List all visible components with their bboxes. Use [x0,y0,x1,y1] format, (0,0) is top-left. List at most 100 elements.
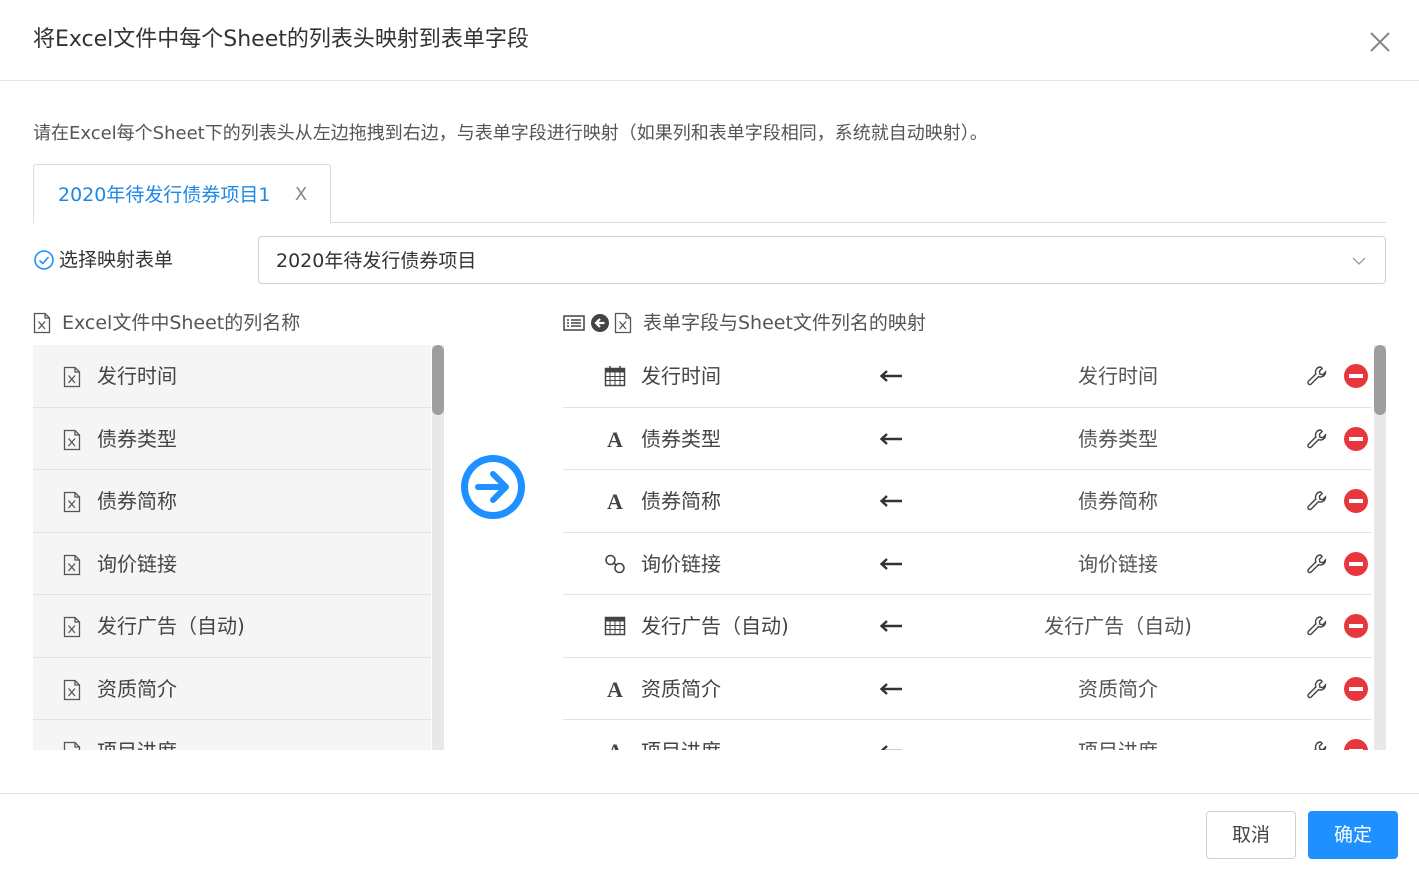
list-item[interactable]: 发行时间 [33,345,431,408]
excel-file-icon [63,741,81,750]
remove-icon[interactable] [1344,364,1368,388]
arrow-left-icon [879,495,902,507]
remove-icon[interactable] [1344,676,1368,701]
check-circle-icon [34,250,54,270]
text-icon: A [607,739,623,750]
form-select[interactable]: 2020年待发行债券项目 [258,236,1386,284]
close-icon[interactable] [1366,28,1394,56]
form-field-label: 发行时间 [641,364,721,388]
dialog-header: 将Excel文件中每个Sheet的列表头映射到表单字段 [0,0,1419,81]
arrow-left-icon [879,432,902,445]
form-field-label: 项目进度 [641,737,721,750]
close-button[interactable] [1366,28,1394,56]
list-item[interactable]: 债券类型 [33,407,431,470]
excel-file-icon [614,312,632,334]
arrow-left-icon [879,370,902,382]
excel-file-icon [63,554,81,575]
form-field-label: 债券简称 [641,489,721,513]
list-item[interactable]: 询价链接 [33,532,431,595]
wrench-icon[interactable] [1306,740,1328,750]
excel-file-icon [63,679,81,700]
wrench-icon[interactable] [1306,428,1328,450]
mapping-row: 选择映射表单 2020年待发行债券项目 [33,236,1386,284]
wrench-icon[interactable] [1306,490,1328,512]
svg-text:A: A [607,489,623,513]
sheet-column-label: 资质简介 [1078,676,1158,701]
list-item-label: 资质简介 [97,676,177,701]
text-icon: A [607,677,623,701]
wrench-icon[interactable] [1306,615,1328,637]
dialog-title: 将Excel文件中每个Sheet的列表头映射到表单字段 [33,27,529,52]
confirm-button[interactable]: 确定 [1308,811,1398,859]
list-item[interactable]: 项目进度 [33,720,431,750]
left-section-title-text: Excel文件中Sheet的列名称 [62,312,301,334]
list-item[interactable]: 债券简称 [33,470,431,533]
table-row: A 债券简称 债券简称 [563,470,1372,533]
sheet-column-label: 发行广告（自动) [1044,614,1192,638]
list-item[interactable]: 资质简介 [33,657,431,720]
chevron-down-icon [1352,257,1366,265]
list-item[interactable]: 发行广告（自动) [33,595,431,658]
list-item-label: 发行广告（自动) [97,614,245,638]
sheet-column-label: 发行时间 [1078,364,1158,388]
sheet-column-label: 询价链接 [1078,551,1158,576]
link-icon [605,554,625,573]
remove-icon[interactable] [1344,489,1368,513]
dialog-footer: 取消 确定 [0,793,1419,873]
wrench-icon[interactable] [1306,553,1328,575]
instruction-text: 请在Excel每个Sheet下的列表头从左边拖拽到右边，与表单字段进行映射（如果… [33,123,988,144]
arrow-left-icon [879,620,902,632]
list-item-label: 债券类型 [97,426,177,451]
sheet-column-label: 债券类型 [1078,426,1158,451]
table-row: A 资质简介 资质简介 [563,657,1372,720]
excel-file-icon [33,312,51,334]
remove-icon[interactable] [1344,614,1368,638]
arrow-left-icon [879,557,902,570]
arrow-left-icon [880,745,902,750]
calendar-icon [604,366,626,387]
svg-text:A: A [607,739,623,750]
table-row: A 债券类型 债券类型 [563,407,1372,470]
excel-file-icon [63,616,81,638]
left-scrollbar-thumb[interactable] [432,345,444,415]
field-mapping-panel: 发行时间 发行时间 A 债券类型 债券类型 A 债券简称 债券简称 询价链接 询… [563,345,1388,750]
list-icon [563,315,585,331]
list-item-label: 询价链接 [97,551,177,576]
tab-close-button[interactable]: X [293,185,309,205]
mapping-label: 选择映射表单 [59,249,174,271]
list-item-label: 债券简称 [97,489,177,513]
excel-file-icon [63,491,81,513]
svg-text:A: A [607,427,623,451]
remove-icon[interactable] [1344,426,1368,451]
wrench-icon[interactable] [1306,678,1328,700]
form-field-label: 询价链接 [641,551,721,576]
excel-file-icon [63,429,81,450]
tab-label[interactable]: 2020年待发行债券项目1 [58,181,270,209]
wrench-icon[interactable] [1306,365,1328,387]
arrow-right-circle-icon[interactable] [460,454,526,520]
remove-icon[interactable] [1344,551,1368,576]
excel-file-icon [63,366,81,388]
sheet-columns-list: 发行时间 债券类型 债券简称 询价链接 发行广告（自动) 资质简介 项目进度 [33,345,431,750]
arrow-left-icon [879,682,902,695]
tab-sheet-1[interactable]: 2020年待发行债券项目1 X [33,164,331,224]
table-row: 发行广告（自动) 发行广告（自动) [563,595,1372,658]
form-select-value: 2020年待发行债券项目 [276,250,477,272]
table-row: 发行时间 发行时间 [563,345,1372,408]
form-field-label: 债券类型 [641,426,721,451]
right-scrollbar-thumb[interactable] [1374,345,1386,415]
sheet-tabs: 2020年待发行债券项目1 X [33,164,1386,224]
table-row: A 项目进度 项目进度 [563,720,1372,750]
cancel-button[interactable]: 取消 [1206,811,1296,859]
sheet-column-label: 项目进度 [963,737,1273,750]
remove-icon[interactable] [1344,739,1368,750]
right-section-title-text: 表单字段与Sheet文件列名的映射 [643,312,926,334]
list-item-label: 发行时间 [97,364,177,388]
sheet-columns-panel: 发行时间 债券类型 债券简称 询价链接 发行广告（自动) 资质简介 项目进度 [33,345,445,750]
arrow-left-circle-icon [591,314,609,332]
list-item-label: 项目进度 [97,737,177,750]
form-field-label: 发行广告（自动) [641,614,789,638]
text-icon: A [607,427,623,451]
form-field-label: 资质简介 [641,676,721,701]
text-icon: A [607,489,623,513]
